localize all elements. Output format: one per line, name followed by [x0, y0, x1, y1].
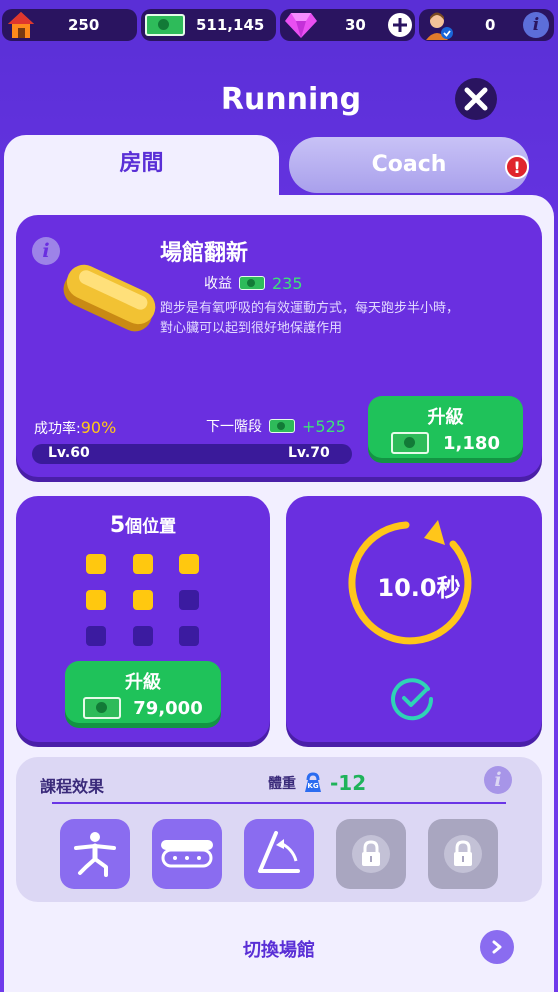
treadmill-icon: [161, 840, 213, 868]
cash-icon: [83, 697, 122, 719]
angle-icon: [258, 831, 300, 873]
facility-upgrade-button[interactable]: 升級 1,180: [368, 396, 523, 458]
positions-upgrade-button[interactable]: 升級 79,000: [65, 661, 221, 723]
switch-venue-link[interactable]: 切換場館: [0, 936, 558, 962]
slot-occupied: [86, 554, 106, 574]
facility-name: 場館翻新: [160, 241, 249, 266]
kettlebell-icon: KG: [302, 772, 324, 794]
success-label: 成功率:: [34, 421, 81, 437]
effects-divider: [52, 802, 506, 804]
success-rate: 成功率:90%: [34, 418, 116, 438]
cash-value: 511,145: [196, 16, 265, 34]
income-label: 收益: [204, 276, 232, 292]
facility-card: i 場館翻新 收益 235 跑步是有氧呼吸的有效運動方式，每天跑步半小時， 對心…: [16, 215, 542, 477]
effects-title: 課程效果: [40, 777, 105, 796]
positions-card: 5個位置 升級 79,000: [16, 496, 270, 742]
cash-icon: [269, 419, 295, 433]
next-venue-button[interactable]: [480, 930, 514, 964]
facility-description: 跑步是有氧呼吸的有效運動方式，每天跑步半小時， 對心臟可以起到很好地保護作用: [160, 299, 459, 339]
weight-row: 體重 KG -12: [268, 771, 366, 795]
members-value: 0: [485, 16, 496, 34]
cash-icon: [145, 9, 185, 41]
success-value: 90%: [80, 418, 117, 437]
gems-counter[interactable]: 30: [280, 9, 415, 41]
cash-icon: [239, 276, 265, 290]
level-current: Lv.60: [48, 445, 90, 461]
next-stage: 下一階段 +525: [206, 416, 346, 436]
gem-icon: [284, 9, 318, 41]
timer-card: 10.0秒: [286, 496, 542, 742]
timer-value: 10.0秒: [377, 574, 461, 602]
upgrade-label: 升級: [125, 672, 161, 693]
member-avatar-icon: [423, 9, 455, 41]
upgrade-cost: 79,000: [133, 697, 203, 719]
effect-angle[interactable]: [244, 819, 314, 889]
house-icon: [6, 9, 36, 41]
slot-empty: [179, 590, 199, 610]
positions-label: 個位置: [125, 517, 177, 537]
slot-occupied: [179, 554, 199, 574]
upgrade-cost-row: 1,180: [368, 432, 523, 454]
upgrade-label: 升級: [427, 407, 464, 428]
gems-value: 30: [345, 16, 366, 34]
effects-info-icon[interactable]: i: [484, 766, 512, 794]
close-icon: [464, 87, 488, 111]
income-value: 235: [272, 273, 303, 293]
stretch-figure-icon: [74, 832, 116, 877]
coach-alert-badge: !: [505, 155, 529, 179]
tab-room-label: 房間: [119, 151, 164, 176]
slot-empty: [86, 626, 106, 646]
homes-value: 250: [68, 16, 100, 34]
level-next: Lv.70: [288, 445, 330, 461]
running-pad-icon: [63, 264, 156, 332]
cash-icon: [391, 432, 430, 454]
homes-counter[interactable]: 250: [2, 9, 137, 41]
members-counter[interactable]: 0 i: [419, 9, 554, 41]
effect-treadmill[interactable]: [152, 819, 222, 889]
effect-stretch[interactable]: [60, 819, 130, 889]
members-info-icon[interactable]: i: [523, 12, 549, 38]
next-stage-label: 下一階段: [206, 419, 262, 435]
tab-coach-label: Coach: [371, 152, 447, 177]
next-stage-value: +525: [302, 416, 346, 436]
effect-locked-2: [428, 819, 498, 889]
income-row: 收益 235: [204, 273, 303, 293]
check-circle-icon: [391, 678, 434, 721]
lock-icon: [444, 835, 482, 873]
slot-occupied: [133, 590, 153, 610]
positions-title: 5個位置: [16, 512, 270, 538]
weight-value: -12: [330, 771, 367, 795]
upgrade-cost: 1,180: [443, 432, 500, 454]
chevron-right-icon: [492, 940, 502, 954]
tab-room[interactable]: 房間: [4, 135, 279, 205]
plus-icon: [393, 18, 407, 32]
close-button[interactable]: [455, 78, 497, 120]
slot-occupied: [86, 590, 106, 610]
kettlebell-label: KG: [307, 782, 319, 790]
description-line-1: 跑步是有氧呼吸的有效運動方式，每天跑步半小時，: [160, 301, 460, 316]
weight-label: 體重: [268, 776, 296, 792]
slot-empty: [179, 626, 199, 646]
upgrade-cost-row: 79,000: [65, 697, 221, 719]
cash-counter[interactable]: 511,145: [141, 9, 276, 41]
level-bar: Lv.60 Lv.70: [32, 444, 352, 464]
effect-locked-1: [336, 819, 406, 889]
tab-coach[interactable]: Coach: [289, 137, 529, 193]
add-gems-button[interactable]: [388, 13, 412, 37]
course-effects-panel: 課程效果 體重 KG -12 i: [16, 757, 542, 902]
description-line-2: 對心臟可以起到很好地保護作用: [160, 321, 343, 336]
slot-occupied: [133, 554, 153, 574]
positions-count: 5: [109, 513, 126, 538]
slot-empty: [133, 626, 153, 646]
lock-icon: [352, 835, 390, 873]
